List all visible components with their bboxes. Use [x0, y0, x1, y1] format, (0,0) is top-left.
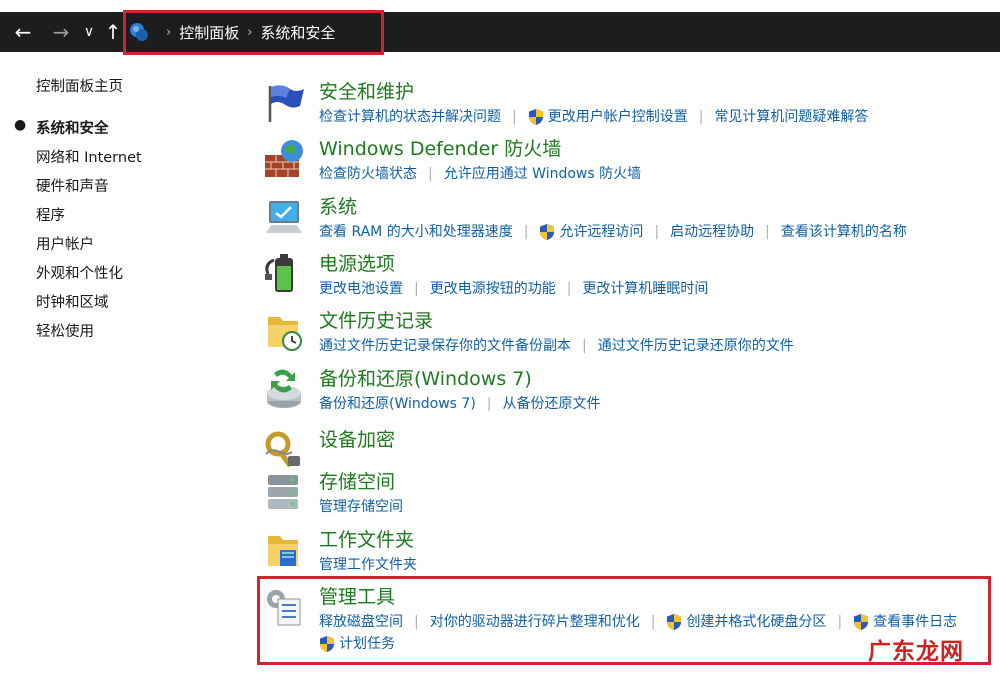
category-title[interactable]: 电源选项 [319, 252, 395, 276]
highlight-box-address [123, 10, 384, 55]
category-title[interactable]: 系统 [319, 195, 357, 219]
link-computer-name[interactable]: 查看该计算机的名称 [781, 223, 907, 241]
separator: | [414, 281, 419, 297]
link-manage-work-folders[interactable]: 管理工作文件夹 [319, 556, 417, 574]
category-title[interactable]: 设备加密 [319, 428, 395, 452]
watermark-text: 广东龙网 [868, 639, 964, 665]
separator: | [428, 166, 433, 182]
work-folder-icon [268, 536, 298, 566]
link-battery-settings[interactable]: 更改电池设置 [319, 280, 403, 298]
sidebar-item-programs[interactable]: 程序 [36, 204, 65, 225]
link-backup-restore[interactable]: 备份和还原(Windows 7) [319, 395, 476, 413]
link-remote-assistance[interactable]: 启动远程协助 [670, 223, 754, 241]
category-links: 管理存储空间 [319, 498, 403, 516]
category-title[interactable]: 工作文件夹 [319, 528, 414, 552]
separator: | [523, 224, 529, 240]
sidebar-item-system-security[interactable]: 系统和安全 [36, 117, 109, 138]
separator: | [486, 396, 492, 412]
category-title[interactable]: 备份和还原(Windows 7) [319, 367, 532, 391]
battery-icon [265, 254, 293, 292]
link-view-ram[interactable]: 查看 RAM 的大小和处理器速度 [319, 223, 513, 241]
category-links: 备份和还原(Windows 7) | 从备份还原文件 [319, 395, 601, 413]
link-save-backup[interactable]: 通过文件历史记录保存你的文件备份副本 [319, 337, 571, 355]
category-links: 查看 RAM 的大小和处理器速度 | 允许远程访问 | 启动远程协助 | 查看该… [319, 223, 907, 241]
link-firewall-status[interactable]: 检查防火墙状态 [319, 165, 417, 183]
firewall-icon [265, 140, 303, 177]
link-check-status[interactable]: 检查计算机的状态并解决问题 [319, 108, 501, 126]
separator: | [765, 224, 770, 240]
category-title[interactable]: 安全和维护 [319, 80, 414, 104]
sidebar-item-ease-of-access[interactable]: 轻松使用 [36, 320, 94, 341]
sidebar-item-network[interactable]: 网络和 Internet [36, 146, 142, 167]
separator: | [512, 109, 517, 125]
uac-shield-icon [540, 224, 555, 240]
link-manage-storage[interactable]: 管理存储空间 [319, 498, 403, 516]
link-allow-app[interactable]: 允许应用通过 Windows 防火墙 [444, 165, 641, 183]
category-links: 通过文件历史记录保存你的文件备份副本 | 通过文件历史记录还原你的文件 [319, 337, 794, 355]
sidebar-item-hardware[interactable]: 硬件和声音 [36, 175, 109, 196]
chevron-down-icon[interactable]: ∨ [76, 12, 102, 52]
separator: | [582, 338, 587, 354]
category-title[interactable]: 存储空间 [319, 470, 395, 494]
category-links: 检查计算机的状态并解决问题 | 更改用户帐户控制设置 | 常见计算机问题疑难解答 [319, 108, 868, 126]
uac-shield-icon [528, 109, 543, 125]
sidebar-item-clock-region[interactable]: 时钟和区域 [36, 291, 109, 312]
category-title[interactable]: 文件历史记录 [319, 309, 433, 333]
category-links: 更改电池设置 | 更改电源按钮的功能 | 更改计算机睡眠时间 [319, 280, 708, 298]
file-history-icon [268, 317, 302, 351]
category-links: 管理工作文件夹 [319, 556, 417, 574]
link-restore-from-backup[interactable]: 从备份还原文件 [503, 395, 601, 413]
sidebar-item-appearance[interactable]: 外观和个性化 [36, 262, 123, 283]
category-title[interactable]: Windows Defender 防火墙 [319, 137, 561, 161]
flag-icon [268, 85, 304, 122]
sidebar-item-home[interactable]: 控制面板主页 [36, 75, 123, 96]
separator: | [654, 224, 660, 240]
link-sleep-time[interactable]: 更改计算机睡眠时间 [582, 280, 708, 298]
key-icon [265, 431, 300, 468]
link-change-uac[interactable]: 更改用户帐户控制设置 [548, 108, 688, 126]
link-power-button[interactable]: 更改电源按钮的功能 [430, 280, 556, 298]
back-arrow-icon[interactable]: ← [10, 12, 36, 52]
link-restore-files[interactable]: 通过文件历史记录还原你的文件 [598, 337, 794, 355]
computer-icon [266, 201, 302, 233]
forward-arrow-icon[interactable]: → [48, 12, 74, 52]
storage-icon [268, 475, 298, 509]
backup-icon [267, 369, 301, 408]
separator: | [566, 281, 572, 297]
active-bullet-icon: ● [14, 117, 27, 133]
link-troubleshoot[interactable]: 常见计算机问题疑难解答 [714, 108, 868, 126]
category-links: 检查防火墙状态 | 允许应用通过 Windows 防火墙 [319, 165, 641, 183]
separator: | [698, 109, 704, 125]
sidebar-item-user-accounts[interactable]: 用户帐户 [36, 233, 94, 254]
link-remote-access[interactable]: 允许远程访问 [559, 223, 643, 241]
